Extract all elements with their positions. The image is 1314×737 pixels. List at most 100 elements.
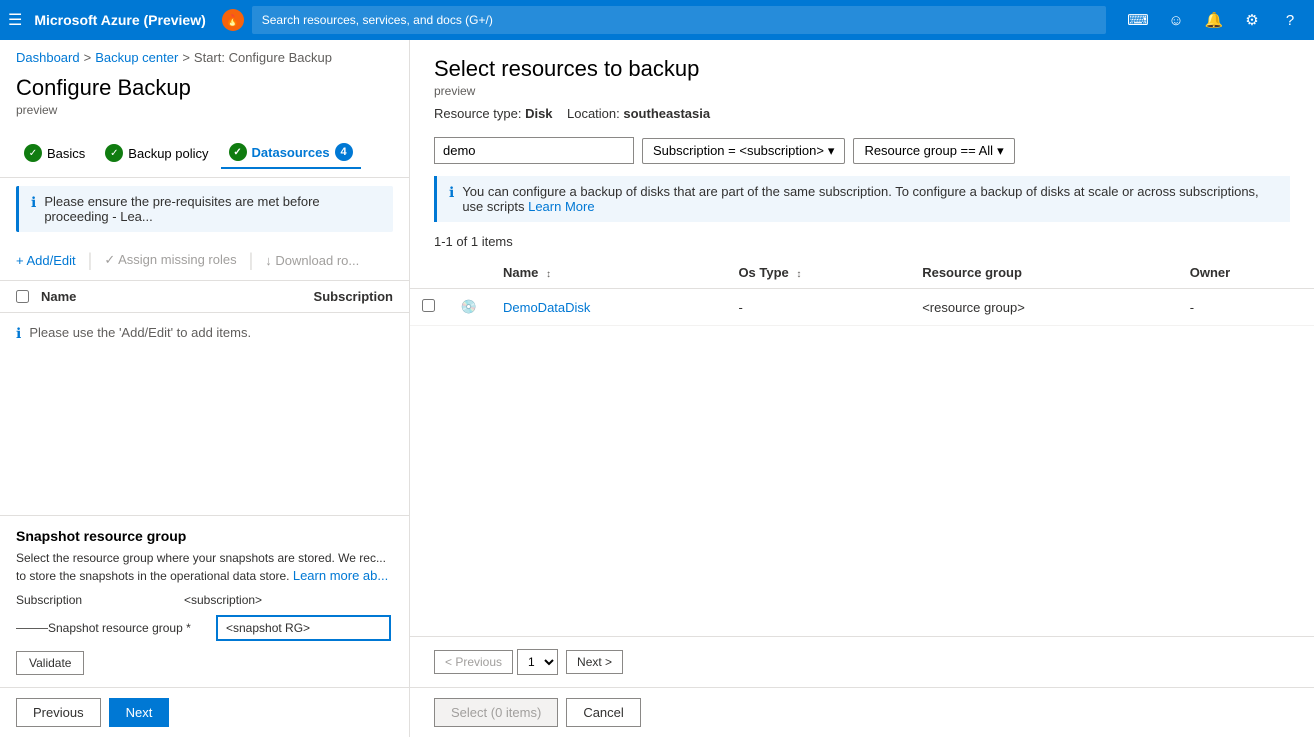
- breadcrumb-current: Start: Configure Backup: [194, 50, 332, 65]
- page-select[interactable]: 1: [517, 649, 558, 675]
- step-basics-check-icon: ✓: [24, 144, 42, 162]
- learn-more-link[interactable]: Learn more ab...: [293, 568, 388, 583]
- next-button[interactable]: Next: [109, 698, 170, 727]
- location-value: southeastasia: [623, 106, 710, 121]
- right-subtitle: preview: [434, 84, 1290, 98]
- main-content: Dashboard > Backup center > Start: Confi…: [0, 40, 1314, 737]
- subscription-filter-chip[interactable]: Subscription = <subscription> ▾: [642, 138, 845, 164]
- step-backup-policy[interactable]: ✓ Backup policy: [97, 138, 216, 168]
- step-backup-policy-check-icon: ✓: [105, 144, 123, 162]
- empty-hint: ℹ Please use the 'Add/Edit' to add items…: [16, 325, 393, 342]
- snapshot-rg-label: Snapshot resource group *: [48, 621, 208, 635]
- page-title-area: Configure Backup preview: [0, 71, 409, 129]
- info-banner: ℹ Please ensure the pre-requisites are m…: [16, 186, 393, 232]
- snapshot-section-desc: Select the resource group where your sna…: [16, 550, 393, 585]
- right-panel: Select resources to backup preview Resou…: [410, 40, 1314, 737]
- help-icon[interactable]: ?: [1274, 4, 1306, 36]
- resource-type-row: Resource type: Disk Location: southeasta…: [434, 106, 1290, 121]
- pagination: < Previous 1 Next >: [410, 636, 1314, 687]
- left-table-body: ℹ Please use the 'Add/Edit' to add items…: [0, 313, 409, 515]
- step-datasources-badge: 4: [335, 143, 353, 161]
- row-checkbox[interactable]: [422, 299, 435, 312]
- row-os-type-cell: -: [726, 289, 910, 326]
- col-subscription-header: Subscription: [253, 289, 393, 304]
- step-datasources-check-icon: ✓: [229, 143, 247, 161]
- app-title: Microsoft Azure (Preview): [34, 12, 205, 28]
- breadcrumb: Dashboard > Backup center > Start: Confi…: [0, 40, 409, 71]
- name-sort-icon[interactable]: ↕: [546, 269, 551, 280]
- th-resource-group: Resource group: [910, 257, 1178, 289]
- th-name[interactable]: Name ↕: [491, 257, 726, 289]
- row-icon-cell: 💿: [447, 289, 491, 326]
- hamburger-icon[interactable]: ☰: [8, 10, 22, 30]
- step-datasources[interactable]: ✓ Datasources 4: [221, 137, 361, 169]
- os-type-sort-icon[interactable]: ↕: [796, 269, 801, 280]
- snapshot-section-title: Snapshot resource group: [16, 528, 393, 544]
- step-basics[interactable]: ✓ Basics: [16, 138, 93, 168]
- breadcrumb-sep-1: >: [84, 50, 92, 65]
- resource-group-filter-chip[interactable]: Resource group == All ▾: [853, 138, 1014, 164]
- field-line: [16, 628, 48, 629]
- info-icon: ℹ: [31, 194, 36, 211]
- filter-bar: Subscription = <subscription> ▾ Resource…: [410, 129, 1314, 172]
- toolbar-sep-1: |: [88, 250, 93, 271]
- toolbar-sep-2: |: [249, 250, 254, 271]
- location-label: Location:: [567, 106, 620, 121]
- subscription-row: Subscription <subscription>: [16, 593, 393, 607]
- snapshot-rg-container: Snapshot resource group *: [16, 615, 393, 641]
- select-all-checkbox[interactable]: [16, 290, 29, 303]
- row-resource-group-cell: <resource group>: [910, 289, 1178, 326]
- validate-button[interactable]: Validate: [16, 651, 84, 675]
- step-basics-label: Basics: [47, 146, 85, 161]
- items-count: 1-1 of 1 items: [410, 230, 1314, 257]
- assign-roles-button[interactable]: ✓ Assign missing roles: [104, 248, 236, 272]
- right-info-text: You can configure a backup of disks that…: [462, 184, 1278, 214]
- breadcrumb-dashboard[interactable]: Dashboard: [16, 50, 80, 65]
- row-name-link[interactable]: DemoDataDisk: [503, 300, 590, 315]
- breadcrumb-sep-2: >: [182, 50, 190, 65]
- wizard-steps: ✓ Basics ✓ Backup policy ✓ Datasources 4: [0, 129, 409, 178]
- right-footer: Select (0 items) Cancel: [410, 687, 1314, 737]
- settings-icon[interactable]: ⚙: [1236, 4, 1268, 36]
- step-datasources-label: Datasources: [252, 145, 330, 160]
- learn-more-right-link[interactable]: Learn More: [528, 199, 594, 214]
- resource-group-filter-chevron-icon: ▾: [997, 143, 1004, 159]
- topbar: ☰ Microsoft Azure (Preview) 🔥 ⌨ ☺ 🔔 ⚙ ?: [0, 0, 1314, 40]
- download-button[interactable]: ↓ Download ro...: [265, 249, 359, 272]
- resource-group-filter-label: Resource group == All: [864, 143, 993, 158]
- th-checkbox: [410, 257, 447, 289]
- snapshot-rg-input[interactable]: [216, 615, 391, 641]
- breadcrumb-backup-center[interactable]: Backup center: [95, 50, 178, 65]
- add-edit-button[interactable]: + Add/Edit: [16, 249, 76, 272]
- subscription-filter-chevron-icon: ▾: [828, 143, 835, 159]
- info-banner-text: Please ensure the pre-requisites are met…: [44, 194, 381, 224]
- left-panel: Dashboard > Backup center > Start: Confi…: [0, 40, 410, 737]
- resource-search-input[interactable]: [434, 137, 634, 164]
- left-toolbar: + Add/Edit | ✓ Assign missing roles | ↓ …: [0, 240, 409, 281]
- left-footer: Previous Next: [0, 687, 409, 737]
- resource-table: Name ↕ Os Type ↕ Resource group Owner: [410, 257, 1314, 636]
- pagination-next-button[interactable]: Next >: [566, 650, 623, 674]
- notification-bell-icon[interactable]: 🔔: [1198, 4, 1230, 36]
- terminal-icon[interactable]: ⌨: [1122, 4, 1154, 36]
- empty-hint-icon: ℹ: [16, 325, 21, 342]
- row-checkbox-cell[interactable]: [410, 289, 447, 326]
- topbar-icons: ⌨ ☺ 🔔 ⚙ ?: [1122, 4, 1306, 36]
- previous-button[interactable]: Previous: [16, 698, 101, 727]
- right-header: Select resources to backup preview Resou…: [410, 40, 1314, 129]
- col-name-header: Name: [41, 289, 253, 304]
- right-info-icon: ℹ: [449, 184, 454, 201]
- left-table-header: Name Subscription: [0, 281, 409, 313]
- subscription-value: <subscription>: [184, 593, 262, 607]
- select-items-button[interactable]: Select (0 items): [434, 698, 558, 727]
- page-subtitle: preview: [16, 103, 393, 117]
- feedback-icon[interactable]: ☺: [1160, 4, 1192, 36]
- notification-icon-orange: 🔥: [222, 9, 244, 31]
- disk-icon: 💿: [459, 297, 479, 317]
- pagination-previous-button[interactable]: < Previous: [434, 650, 513, 674]
- search-input[interactable]: [252, 6, 1106, 34]
- table-row: 💿 DemoDataDisk - <resource group> -: [410, 289, 1314, 326]
- cancel-button[interactable]: Cancel: [566, 698, 640, 727]
- subscription-filter-label: Subscription = <subscription>: [653, 143, 824, 158]
- th-os-type[interactable]: Os Type ↕: [726, 257, 910, 289]
